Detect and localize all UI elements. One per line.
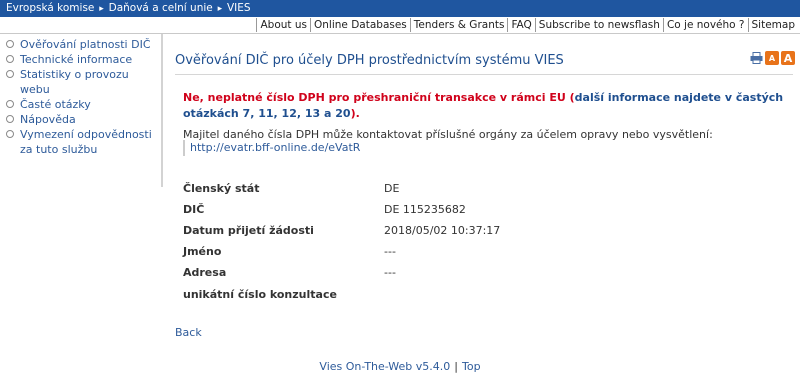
bullet-icon (6, 55, 14, 63)
footer-top-link[interactable]: Top (462, 360, 481, 373)
link-sitemap[interactable]: Sitemap (747, 18, 799, 32)
sidebar-item-statistics[interactable]: Statistiky o provozu webu (6, 67, 140, 97)
breadcrumb-item[interactable]: Daňová a celní unie (109, 2, 213, 14)
breadcrumb-separator: ▸ (214, 4, 225, 14)
detail-value: 2018/05/02 10:37:17 (384, 224, 501, 237)
bullet-icon (6, 130, 14, 138)
breadcrumb: Evropská komise ▸ Daňová a celní unie ▸ … (6, 2, 251, 14)
detail-label: Členský stát (183, 182, 260, 195)
detail-row-address: Adresa --- (183, 266, 583, 282)
bullet-icon (6, 115, 14, 123)
error-paren-close: ). (350, 107, 360, 120)
sidebar-item-help[interactable]: Nápověda (6, 112, 162, 127)
link-whats-new[interactable]: Co je nového ? (662, 18, 748, 32)
detail-value: --- (384, 245, 396, 258)
detail-label: unikátní číslo konzultace (183, 288, 337, 301)
title-divider (175, 74, 793, 75)
back-link[interactable]: Back (175, 326, 202, 339)
breadcrumb-item[interactable]: Evropská komise (6, 2, 94, 14)
link-subscribe-newsflash[interactable]: Subscribe to newsflash (534, 18, 663, 32)
detail-row-member-state: Členský stát DE (183, 182, 583, 198)
sidebar-item-disclaimer[interactable]: Vymezení odpovědnosti za tuto službu (6, 127, 162, 157)
page-title: Ověřování DIČ pro účely DPH prostřednict… (175, 53, 564, 68)
top-links-bar: About us Online Databases Tenders & Gran… (0, 17, 800, 34)
breadcrumb-item[interactable]: VIES (227, 2, 251, 14)
footer: Vies On-The-Web v5.4.0 | Top (0, 360, 800, 373)
font-smaller-icon[interactable]: A (765, 51, 779, 65)
detail-label: Datum přijetí žádosti (183, 224, 314, 237)
sidebar-item-label: Časté otázky (20, 98, 91, 111)
footer-separator: | (454, 360, 459, 373)
sidebar-item-label: Technické informace (20, 53, 133, 66)
link-online-databases[interactable]: Online Databases (310, 18, 410, 32)
detail-row-consultation-number: unikátní číslo konzultace (183, 288, 583, 304)
breadcrumb-separator: ▸ (96, 4, 107, 14)
link-tenders-grants[interactable]: Tenders & Grants (409, 18, 508, 32)
page-tools: A A (749, 51, 795, 65)
sidebar-item-label: Ověřování platnosti DIČ (20, 38, 151, 51)
top-links: About us Online Databases Tenders & Gran… (256, 18, 798, 32)
sidebar: Ověřování platnosti DIČ Technické inform… (0, 34, 163, 187)
error-text: Ne, neplatné číslo DPH pro přeshraniční … (183, 91, 566, 104)
sidebar-item-vat-validation[interactable]: Ověřování platnosti DIČ (6, 37, 162, 52)
detail-value: DE (384, 182, 400, 195)
error-message: Ne, neplatné číslo DPH pro přeshraniční … (183, 90, 793, 122)
link-faq[interactable]: FAQ (507, 18, 534, 32)
print-icon[interactable] (749, 51, 763, 65)
detail-value: DE 115235682 (384, 203, 466, 216)
bullet-icon (6, 100, 14, 108)
detail-label: Adresa (183, 266, 227, 279)
bullet-icon (6, 70, 14, 78)
detail-value: --- (384, 266, 396, 279)
detail-label: DIČ (183, 203, 205, 216)
sidebar-item-faq[interactable]: Časté otázky (6, 97, 162, 112)
top-bar: Evropská komise ▸ Daňová a celní unie ▸ … (0, 0, 800, 17)
detail-label: Jméno (183, 245, 222, 258)
font-larger-icon[interactable]: A (781, 51, 795, 65)
sidebar-item-label: Vymezení odpovědnosti za tuto službu (20, 128, 152, 156)
detail-row-vat-number: DIČ DE 115235682 (183, 203, 583, 219)
error-paren-open: ( (565, 91, 575, 104)
detail-row-name: Jméno --- (183, 245, 583, 261)
authority-link[interactable]: http://evatr.bff-online.de/eVatR (183, 140, 360, 156)
footer-version: Vies On-The-Web v5.4.0 (319, 360, 451, 373)
sidebar-item-label: Nápověda (20, 113, 76, 126)
sidebar-item-label: Statistiky o provozu webu (20, 68, 129, 96)
detail-row-request-date: Datum přijetí žádosti 2018/05/02 10:37:1… (183, 224, 583, 240)
link-about-us[interactable]: About us (256, 18, 310, 32)
bullet-icon (6, 40, 14, 48)
sidebar-item-technical-info[interactable]: Technické informace (6, 52, 162, 67)
